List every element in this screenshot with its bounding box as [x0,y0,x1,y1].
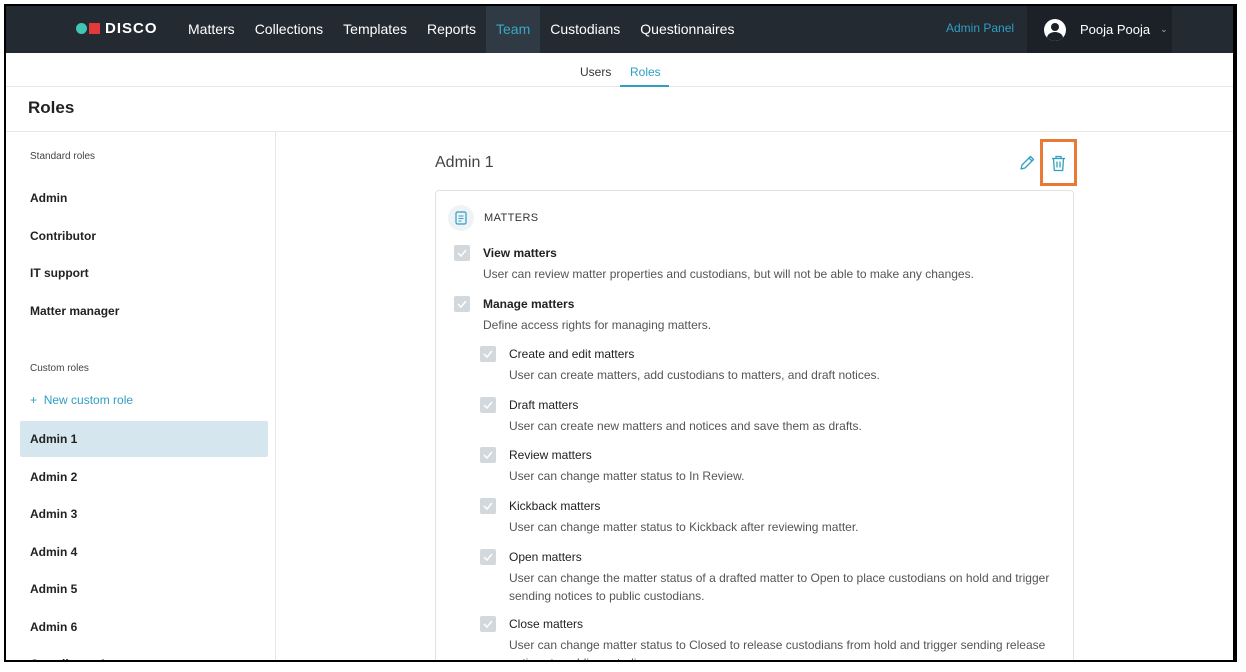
nav-collections[interactable]: Collections [245,6,333,53]
role-item-contributor-1[interactable]: Contributor 1 [20,646,268,660]
permission-title: Draft matters [509,398,579,412]
edit-role-button[interactable] [1018,154,1038,174]
avatar-icon [1044,18,1066,41]
permission-title: Close matters [509,617,584,631]
nav-custodians[interactable]: Custodians [540,6,630,53]
nav-reports[interactable]: Reports [417,6,486,53]
role-item-it-support[interactable]: IT support [20,255,268,291]
page-header: Roles [6,87,1233,132]
logo-dot-icon [76,23,87,34]
plus-icon: + [30,393,38,407]
standard-roles-label: Standard roles [30,151,96,162]
role-item-admin[interactable]: Admin [20,180,268,216]
role-title: Admin 1 [435,154,494,171]
checkmark-icon [483,451,493,459]
permission-desc: User can change matter status to In Revi… [509,469,745,483]
user-name: Pooja Pooja [1080,22,1151,37]
custom-roles-label: Custom roles [30,363,89,374]
trash-icon [1052,155,1065,172]
checkbox-close-matters[interactable] [480,616,496,632]
permission-title: Review matters [509,448,592,462]
permission-title: Kickback matters [509,499,601,513]
page-title: Roles [28,98,75,117]
team-subtabs: Users Roles [6,53,1233,87]
disco-logo[interactable]: DISCO [76,20,158,37]
nav-matters[interactable]: Matters [178,6,245,53]
roles-sidebar: Standard roles Admin Contributor IT supp… [12,132,276,660]
role-item-matter-manager[interactable]: Matter manager [20,293,268,329]
matters-section-header: MATTERS [448,205,539,231]
permission-desc: User can change matter status to Closed … [509,638,1046,660]
role-item-admin-4[interactable]: Admin 4 [20,534,268,570]
checkbox-review-matters[interactable] [480,447,496,463]
checkmark-icon [483,350,493,358]
permission-desc: User can change matter status to Kickbac… [509,520,859,534]
role-item-admin-6[interactable]: Admin 6 [20,609,268,645]
checkmark-icon [483,401,493,409]
checkmark-icon [457,300,467,308]
delete-role-button[interactable] [1040,139,1077,186]
nav-templates[interactable]: Templates [333,6,417,53]
checkbox-open-matters[interactable] [480,549,496,565]
role-item-admin-2[interactable]: Admin 2 [20,459,268,495]
role-item-admin-1[interactable]: Admin 1 [20,421,268,457]
permission-title: Manage matters [483,297,575,311]
role-item-contributor[interactable]: Contributor [20,218,268,254]
permission-desc: User can create matters, add custodians … [509,368,880,382]
top-nav: DISCO Matters Collections Templates Repo… [6,6,1233,53]
permission-desc: User can create new matters and notices … [509,419,862,433]
document-icon [448,205,474,231]
logo-square-icon [89,23,100,34]
nav-team[interactable]: Team [486,6,541,53]
checkmark-icon [483,553,493,561]
pencil-icon [1020,155,1035,170]
checkbox-kickback-matters[interactable] [480,498,496,514]
role-item-admin-5[interactable]: Admin 5 [20,571,268,607]
checkbox-manage-matters[interactable] [454,296,470,312]
checkbox-create-edit-matters[interactable] [480,346,496,362]
permissions-card: MATTERS View matters User can review mat… [435,190,1074,660]
permission-desc: User can review matter properties and cu… [483,267,974,281]
app-window: DISCO Matters Collections Templates Repo… [4,4,1237,662]
section-label: MATTERS [484,212,539,224]
new-custom-role-button[interactable]: + New custom role [30,393,133,407]
checkmark-icon [457,249,467,257]
permission-title: Open matters [509,550,582,564]
checkbox-draft-matters[interactable] [480,397,496,413]
role-item-admin-3[interactable]: Admin 3 [20,496,268,532]
checkbox-view-matters[interactable] [454,245,470,261]
checkmark-icon [483,620,493,628]
permission-desc: User can change the matter status of a d… [509,571,1050,603]
new-custom-role-label: New custom role [43,393,134,407]
tab-roles-label: Roles [630,65,661,79]
nav-questionnaires[interactable]: Questionnaires [630,6,744,53]
user-menu[interactable]: Pooja Pooja ⌄ [1027,6,1172,53]
permission-title: Create and edit matters [509,347,635,361]
permission-desc: Define access rights for managing matter… [483,318,712,332]
chevron-down-icon: ⌄ [1160,24,1168,34]
admin-panel-link[interactable]: Admin Panel [946,21,1014,35]
logo-text: DISCO [105,20,158,37]
main-nav: Matters Collections Templates Reports Te… [178,6,744,53]
checkmark-icon [483,502,493,510]
tab-users[interactable]: Users [580,65,611,79]
permission-title: View matters [483,246,557,260]
tab-roles[interactable]: Roles [620,65,669,87]
